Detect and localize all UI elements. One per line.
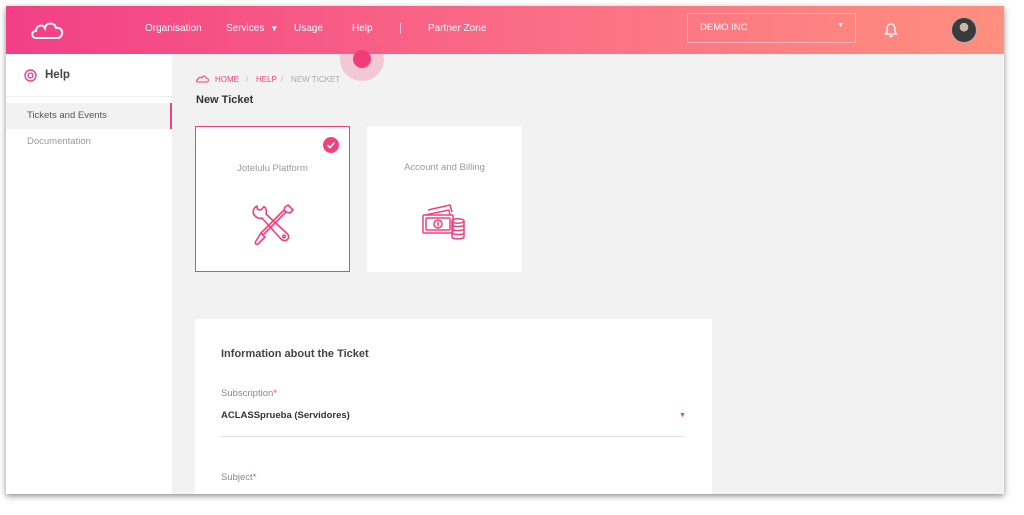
nav-services-label: Services [226, 23, 265, 34]
nav-separator: | [399, 22, 402, 34]
sidebar-item-label: Documentation [27, 136, 91, 147]
category-card-jotelulu-platform[interactable]: Jotelulu Platform [195, 126, 350, 272]
card-label: Jotelulu Platform [237, 163, 308, 174]
nav-help[interactable]: Help [352, 23, 373, 34]
app-window: Organisation Services ▼ Usage Help | Part… [6, 6, 1004, 494]
sidebar-item-label: Tickets and Events [27, 110, 107, 121]
organization-select-value: DEMO INC [700, 22, 748, 33]
required-marker: * [273, 388, 277, 399]
breadcrumb-separator: / [246, 75, 249, 84]
nav-partner-zone[interactable]: Partner Zone [428, 23, 486, 34]
breadcrumb-separator: / [281, 75, 284, 84]
subscription-underline [221, 436, 685, 437]
nav-services[interactable]: Services ▼ [226, 23, 278, 34]
cloud-logo-icon[interactable] [30, 19, 66, 41]
chevron-down-icon: ▼ [837, 22, 844, 29]
checkmark-icon [323, 137, 339, 153]
sidebar-item-tickets-and-events[interactable]: Tickets and Events [6, 103, 172, 129]
card-label: Account and Billing [404, 162, 485, 173]
lifebuoy-icon [24, 69, 37, 82]
ticket-info-panel: Information about the Ticket Subscriptio… [195, 319, 712, 494]
top-navigation-bar: Organisation Services ▼ Usage Help | Part… [6, 6, 1004, 54]
chevron-down-icon: ▼ [270, 24, 279, 33]
tools-icon [252, 204, 294, 246]
sidebar-divider [6, 96, 172, 97]
organization-select[interactable]: DEMO INC ▼ [687, 13, 856, 43]
sidebar-title: Help [45, 69, 70, 81]
sidebar: Help Tickets and Events Documentation [6, 54, 172, 494]
breadcrumb-home[interactable]: HOME [215, 75, 239, 84]
money-icon [422, 204, 465, 240]
notification-bell-icon[interactable] [884, 22, 898, 38]
breadcrumb-help[interactable]: HELP [256, 75, 277, 84]
subject-label-text: Subject [221, 472, 253, 483]
required-marker: * [252, 472, 257, 483]
nav-usage[interactable]: Usage [294, 23, 323, 34]
chevron-down-icon[interactable]: ▼ [679, 412, 686, 419]
subject-label: Subject* [221, 472, 256, 483]
cloud-home-icon[interactable] [196, 75, 209, 83]
subscription-label-text: Subscription [221, 388, 274, 399]
subscription-label: Subscription* [221, 388, 277, 399]
category-card-account-and-billing[interactable]: Account and Billing [367, 126, 522, 272]
breadcrumb-current: NEW TICKET [291, 75, 341, 84]
sidebar-item-documentation[interactable]: Documentation [6, 129, 172, 155]
nav-organisation[interactable]: Organisation [145, 23, 202, 34]
page-title: New Ticket [196, 94, 254, 106]
panel-title: Information about the Ticket [221, 348, 369, 360]
user-avatar[interactable] [951, 17, 977, 43]
subscription-select[interactable]: ACLASSprueba (Servidores) [221, 410, 350, 421]
click-indicator-dot [353, 50, 371, 68]
